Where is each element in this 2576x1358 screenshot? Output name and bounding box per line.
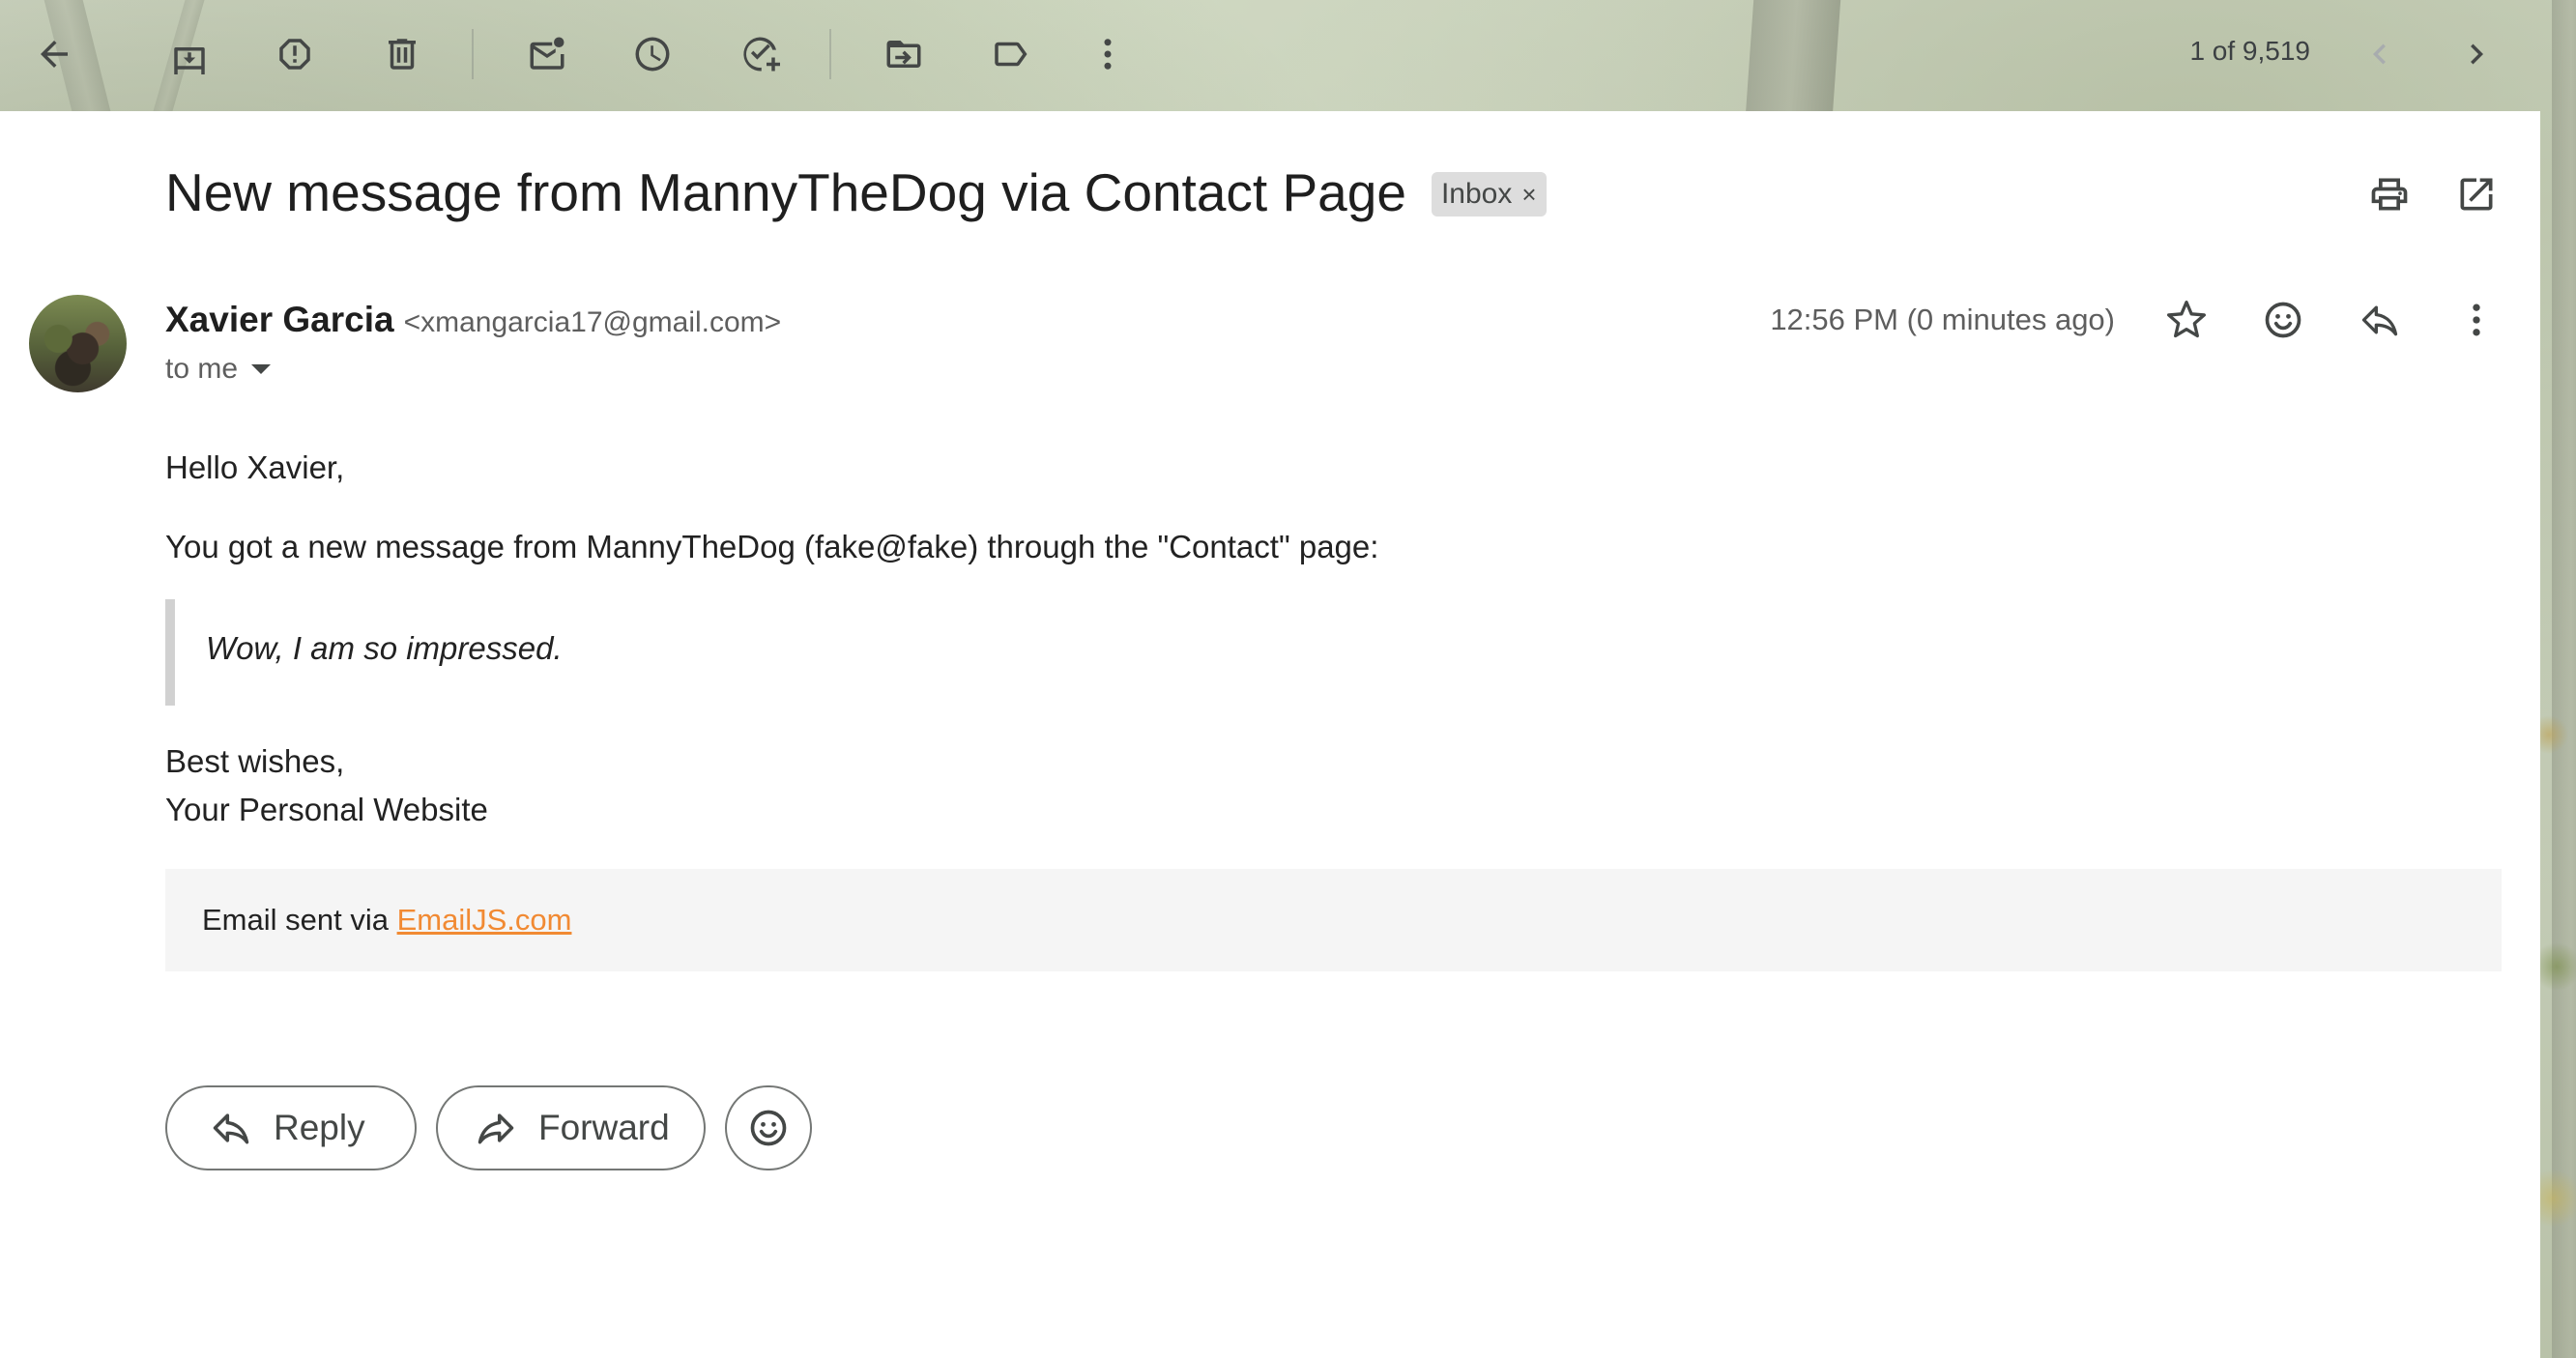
inbox-label-chip[interactable]: Inbox × [1431,172,1547,217]
more-actions-button[interactable] [1081,27,1135,81]
email-view: New message from MannyTheDog via Contact… [0,111,2540,1358]
label-text: Inbox [1440,178,1513,210]
emoji-reaction-button[interactable] [725,1085,812,1170]
archive-icon [174,47,205,74]
message-more-button[interactable] [2449,293,2504,347]
reply-icon [213,1113,249,1144]
more-vert-icon [2473,303,2480,336]
sender-email: <xmangarcia17@gmail.com> [403,306,782,338]
toolbar-divider [829,29,831,79]
snooze-button[interactable] [625,27,680,81]
delete-icon [389,39,416,70]
reply-button[interactable]: Reply [165,1085,417,1170]
email-subject: New message from MannyTheDog via Contact… [165,162,1406,222]
email-signoff: Best wishes, [165,743,345,779]
reply-icon-button[interactable] [2353,293,2407,347]
reply-label: Reply [274,1108,365,1147]
pagination-count: 1 of 9,519 [2189,36,2310,66]
chevron-right-icon [2471,43,2483,65]
subject-row: New message from MannyTheDog via Contact… [165,161,1547,223]
footer-prefix: Email sent via [202,903,397,937]
open-in-new-icon [2460,178,2493,211]
caret-down-icon [251,364,272,374]
star-button[interactable] [2159,293,2214,347]
older-button[interactable] [2449,27,2504,81]
chevron-left-icon [2373,43,2386,65]
archive-button[interactable] [162,27,217,81]
add-to-tasks-button[interactable] [733,27,787,81]
emailjs-link[interactable]: EmailJS.com [397,903,572,937]
email-footer: Email sent via EmailJS.com [165,869,2502,971]
remove-label-icon[interactable]: × [1521,180,1536,210]
sender-info: Xavier Garcia <xmangarcia17@gmail.com> [165,300,781,340]
emoji-icon [2265,302,2301,338]
newer-button[interactable] [2353,27,2407,81]
footer-text: Email sent via EmailJS.com [202,903,571,938]
forward-label: Forward [538,1108,670,1147]
move-to-button[interactable] [877,27,931,81]
toolbar-divider [472,29,474,79]
email-signature: Your Personal Website [165,792,488,827]
add-to-tasks-icon [743,37,780,72]
mark-unread-button[interactable] [520,27,574,81]
emoji-icon [750,1110,787,1146]
add-reaction-button[interactable] [2256,293,2310,347]
report-spam-button[interactable] [268,27,322,81]
report-spam-icon [279,39,310,70]
email-greeting: Hello Xavier, [165,449,345,485]
open-new-window-button[interactable] [2449,167,2504,221]
quoted-message: Wow, I am so impressed. [165,599,755,706]
back-arrow-icon [41,41,68,68]
sender-avatar[interactable] [29,295,127,392]
star-icon [2167,301,2206,338]
delete-button[interactable] [375,27,429,81]
recipient-details-toggle[interactable]: to me [165,353,272,386]
move-to-icon [886,41,921,68]
labels-button[interactable] [983,27,1037,81]
snooze-icon [635,37,670,72]
email-intro: You got a new message from MannyTheDog (… [165,529,1379,564]
foliage [2537,580,2576,1353]
back-button[interactable] [27,27,81,81]
quoted-message-text: Wow, I am so impressed. [206,630,563,666]
recipient-text: to me [165,353,239,385]
reply-icon [2361,305,2398,336]
forward-button[interactable]: Forward [436,1085,706,1170]
mark-unread-icon [530,37,564,70]
print-icon [2371,178,2408,211]
sender-name[interactable]: Xavier Garcia [165,300,394,340]
email-toolbar: 1 of 9,519 [0,0,2576,111]
email-timestamp: 12:56 PM (0 minutes ago) [1770,303,2115,336]
forward-icon [478,1113,514,1144]
print-all-button[interactable] [2362,167,2417,221]
more-vert-icon [1104,39,1112,70]
labels-icon [995,42,1028,67]
